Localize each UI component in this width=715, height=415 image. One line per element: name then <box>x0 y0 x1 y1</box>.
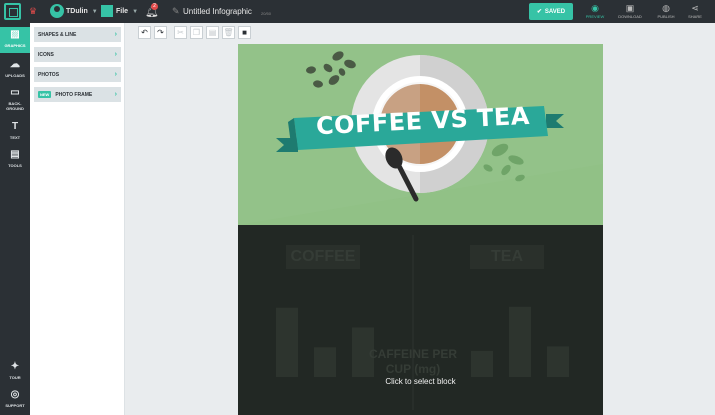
coffee-bars <box>276 307 374 377</box>
paste-button[interactable]: ▤ <box>206 26 219 39</box>
delete-button[interactable]: 🗑︎ <box>222 26 235 39</box>
square-icon: ■ <box>242 28 247 37</box>
rail-label: BACK- GROUND <box>6 101 24 111</box>
coffee-label: COFFEE <box>290 248 356 265</box>
document-title-input[interactable] <box>183 4 257 18</box>
share-icon: ⋖ <box>691 3 699 13</box>
infographic-page[interactable]: COFFEE VS TEA COFFEE TEA CAFFEINE PER CU… <box>238 44 603 415</box>
rail-label: TOOLS <box>8 163 22 168</box>
publish-label: PUBLISH <box>657 14 675 19</box>
tools-icon: ▤ <box>10 149 20 160</box>
tea-bar <box>547 346 569 377</box>
paste-icon: ▤ <box>208 28 217 37</box>
notification-badge: 2 <box>151 3 158 10</box>
redo-icon: ↷ <box>157 28 164 37</box>
submenu-label: PHOTO FRAME <box>55 91 93 98</box>
monitor-icon: ▭ <box>10 87 20 98</box>
share-button[interactable]: ⋖ SHARE <box>680 2 710 22</box>
rail-label: TEXT <box>9 135 21 140</box>
chart-block[interactable]: COFFEE TEA CAFFEINE PER CUP (mg) <box>238 225 603 415</box>
copy-icon: ❐ <box>192 28 201 37</box>
left-rail: ▨ GRAPHICS ☁ UPLOADS ▭ BACK- GROUND T TE… <box>0 23 30 415</box>
click-to-select-hint: Click to select block <box>385 377 456 386</box>
rail-label: GRAPHICS <box>4 43 26 48</box>
eye-icon: ◉ <box>591 3 599 13</box>
chevron-right-icon: › <box>114 31 117 38</box>
redo-button[interactable]: ↷ <box>154 26 167 39</box>
preview-button[interactable]: ◉ PREVIEW <box>580 2 610 22</box>
chevron-right-icon: › <box>114 91 117 98</box>
scissors-icon: ✂ <box>177 28 184 37</box>
file-menu[interactable]: File ▼ <box>116 0 138 23</box>
user-menu[interactable]: TDulin ▼ <box>66 0 98 23</box>
tea-label: TEA <box>491 248 523 265</box>
chevron-down-icon: ▼ <box>132 8 139 15</box>
rail-item-uploads[interactable]: ☁ UPLOADS <box>0 57 30 83</box>
rail-item-tools[interactable]: ▤ TOOLS <box>0 147 30 173</box>
rail-label: TOUR <box>9 375 21 380</box>
rail-label: UPLOADS <box>5 73 25 78</box>
trash-icon: 🗑︎ <box>223 28 234 37</box>
chevron-down-icon: ▼ <box>91 8 98 15</box>
app-logo-icon[interactable] <box>4 3 21 20</box>
saved-button[interactable]: ✔ SAVED <box>529 3 573 20</box>
rail-item-background[interactable]: ▭ BACK- GROUND <box>0 85 30 117</box>
text-icon: T <box>11 121 19 132</box>
rail-item-support[interactable]: ◎ SUPPORT <box>0 387 30 413</box>
coffee-bar <box>314 347 336 377</box>
download-icon: ▣ <box>625 3 635 13</box>
download-button[interactable]: ▣ DOWNLOAD <box>615 2 645 22</box>
submenu-label: ICONS <box>38 51 54 58</box>
tea-bar <box>509 306 531 377</box>
grid-toggle-button[interactable]: ■ <box>238 26 251 39</box>
lifebuoy-icon: ◎ <box>10 389 20 400</box>
avatar[interactable] <box>50 4 64 18</box>
download-label: DOWNLOAD <box>618 14 642 19</box>
tea-bars <box>471 306 569 377</box>
file-menu-icon[interactable] <box>101 5 113 17</box>
submenu-label: PHOTOS <box>38 71 60 78</box>
publish-button[interactable]: ◍ PUBLISH <box>651 2 681 22</box>
share-label: SHARE <box>688 14 702 19</box>
compass-icon: ✦ <box>10 361 20 372</box>
pencil-icon: ✎ <box>172 6 180 16</box>
rail-item-graphics[interactable]: ▨ GRAPHICS <box>0 27 30 53</box>
graphics-submenu: SHAPES & LINE › ICONS › PHOTOS › NEW PHO… <box>30 23 125 415</box>
submenu-item-photo-frame[interactable]: NEW PHOTO FRAME › <box>34 87 121 102</box>
tea-bar <box>471 350 493 377</box>
edit-toolbar: ↶ ↷ ✂ ❐ ▤ 🗑︎ ■ <box>138 26 258 43</box>
preview-label: PREVIEW <box>585 14 605 19</box>
top-bar: ♛ TDulin ▼ File ▼ 🔔︎ 2 ✎ 20/50 ✔ SAVED ◉… <box>0 0 715 23</box>
undo-icon: ↶ <box>141 28 148 37</box>
caffeine-label-line2: CUP (mg) <box>385 362 441 376</box>
caffeine-label-line1: CAFFEINE PER <box>368 347 457 361</box>
file-menu-label: File <box>116 8 129 15</box>
crown-icon[interactable]: ♛ <box>29 0 37 23</box>
rail-label: SUPPORT <box>5 403 25 408</box>
submenu-item-shapes-line[interactable]: SHAPES & LINE › <box>34 27 121 42</box>
chevron-right-icon: › <box>114 71 117 78</box>
coffee-bar <box>276 307 298 377</box>
rail-item-tour[interactable]: ✦ TOUR <box>0 359 30 385</box>
header-block[interactable]: COFFEE VS TEA <box>238 44 603 225</box>
submenu-item-icons[interactable]: ICONS › <box>34 47 121 62</box>
submenu-item-photos[interactable]: PHOTOS › <box>34 67 121 82</box>
check-icon: ✔ <box>536 9 542 15</box>
new-badge: NEW <box>38 91 52 98</box>
rail-item-text[interactable]: T TEXT <box>0 119 30 145</box>
saved-label: SAVED <box>544 8 566 15</box>
image-icon: ▨ <box>10 29 20 40</box>
cut-button[interactable]: ✂ <box>174 26 187 39</box>
copy-button[interactable]: ❐ <box>190 26 203 39</box>
submenu-label: SHAPES & LINE <box>38 31 77 38</box>
globe-icon: ◍ <box>662 3 670 13</box>
user-name: TDulin <box>66 8 88 15</box>
cloud-upload-icon: ☁ <box>10 59 20 70</box>
chevron-right-icon: › <box>114 51 117 58</box>
title-char-count: 20/50 <box>261 10 272 16</box>
undo-button[interactable]: ↶ <box>138 26 151 39</box>
